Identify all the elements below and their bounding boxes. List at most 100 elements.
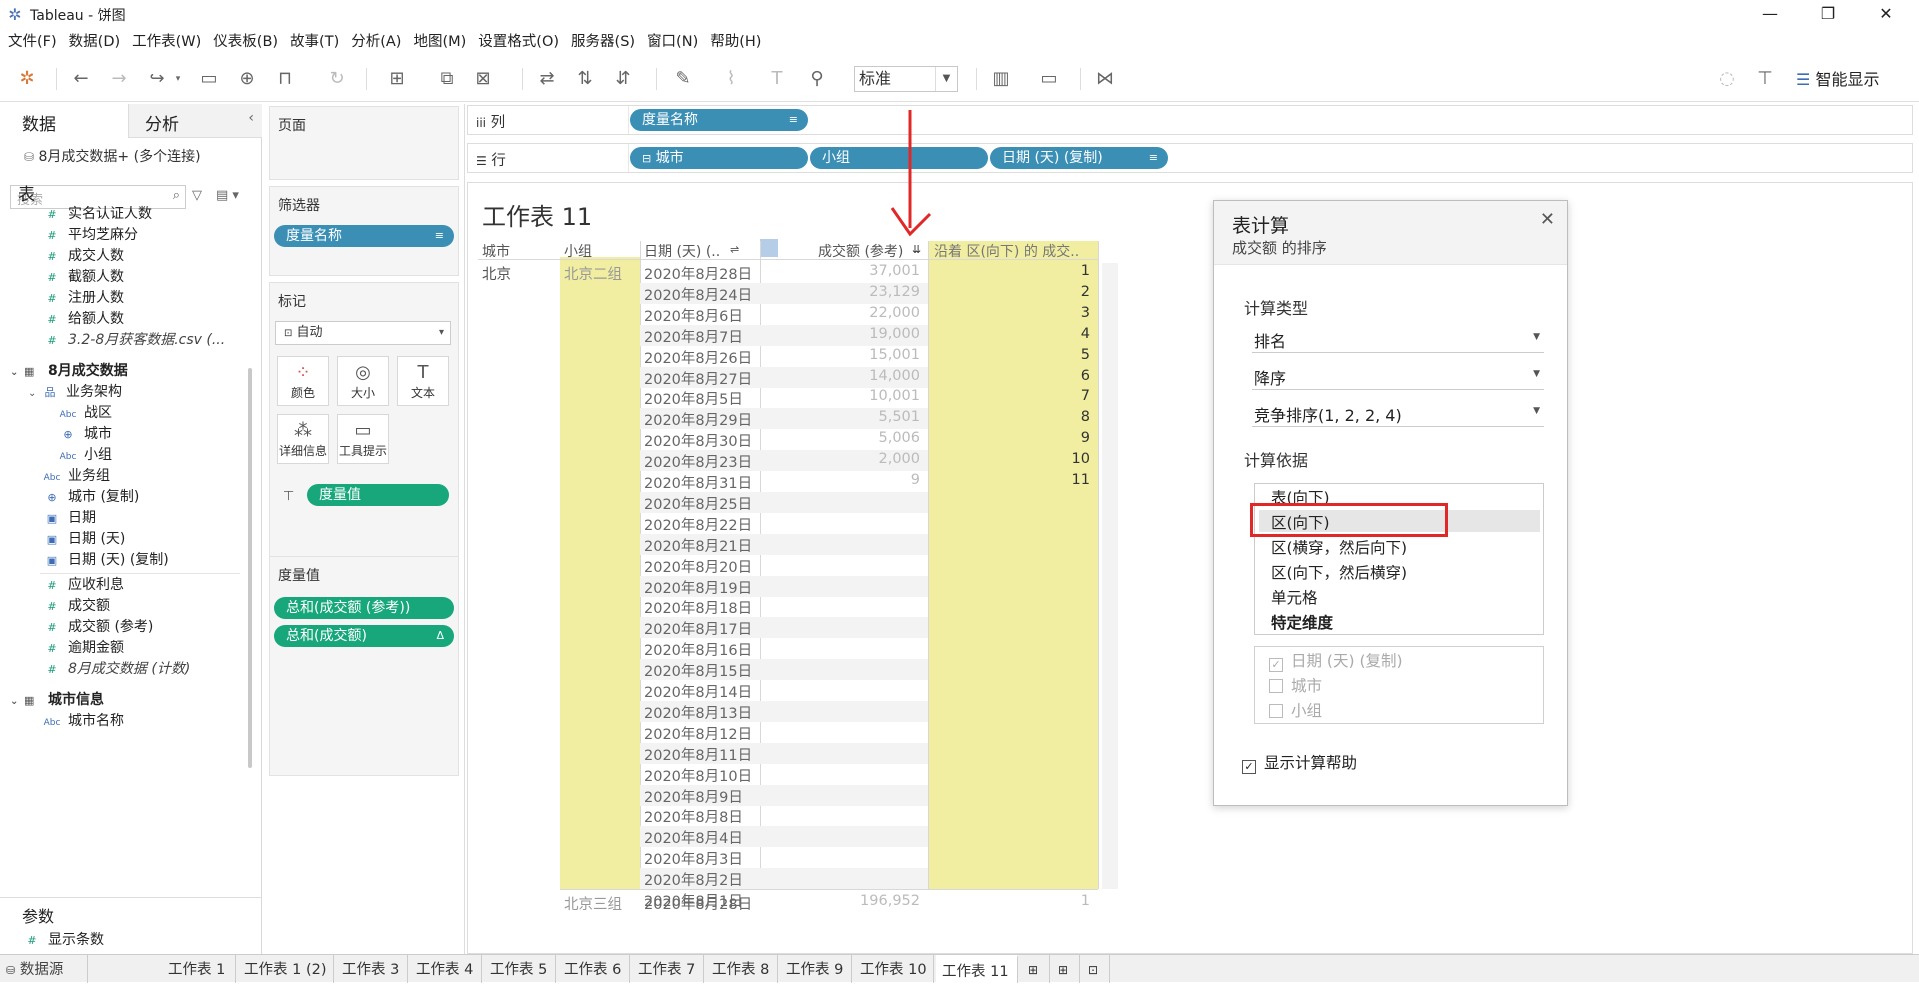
calc-type-select[interactable]: 排名 ▼: [1252, 325, 1544, 353]
dimension-checkbox[interactable]: ✓ 日期 (天) (复制): [1269, 649, 1403, 672]
rank-cell[interactable]: 2: [938, 284, 1090, 300]
header-rank[interactable]: 沿着 区(向下) 的 成交..: [934, 241, 1079, 261]
city-cell[interactable]: 北京: [482, 263, 511, 284]
table-group-header[interactable]: ⌄ ▦ 8月成交数据: [10, 361, 128, 382]
field-item[interactable]: ▣ 日期 (天): [42, 529, 126, 550]
field-item[interactable]: # 实名认证人数: [42, 204, 152, 225]
clear-sheet-icon[interactable]: ⊠: [472, 68, 494, 90]
date-cell[interactable]: 2020年8月8日: [644, 806, 743, 827]
refresh-icon[interactable]: ↻: [326, 68, 348, 90]
menu-window[interactable]: 窗口(N): [643, 30, 706, 54]
menu-data[interactable]: 数据(D): [65, 30, 128, 54]
sheet-tab[interactable]: 工作表 4: [410, 955, 482, 983]
option-pane-across-down[interactable]: 区(横穿，然后向下): [1271, 536, 1407, 558]
field-item[interactable]: ⊕ 城市 (复制): [42, 487, 139, 508]
date-cell[interactable]: 2020年8月10日: [644, 765, 752, 786]
header-amount[interactable]: 成交额 (参考): [818, 241, 903, 261]
amount-cell[interactable]: 23,129: [768, 284, 920, 300]
date-cell[interactable]: 2020年8月2日: [644, 869, 743, 890]
share-icon[interactable]: ⋈: [1094, 68, 1116, 90]
date-cell[interactable]: 2020年8月9日: [644, 786, 743, 807]
menu-file[interactable]: 文件(F): [4, 30, 65, 54]
field-item[interactable]: Abc 城市名称: [42, 711, 124, 732]
header-city[interactable]: 城市: [482, 241, 510, 261]
new-worksheet-icon[interactable]: ⊞: [386, 68, 408, 90]
undo-icon[interactable]: ←: [70, 68, 92, 90]
filter-pill[interactable]: 度量名称 ≡: [274, 225, 454, 247]
rank-cell[interactable]: 10: [938, 451, 1090, 467]
dimension-checkbox[interactable]: 小组: [1269, 699, 1322, 721]
order-select[interactable]: 降序 ▼: [1252, 362, 1544, 390]
sort-descending-icon[interactable]: ⇵: [612, 68, 634, 90]
duplicate-icon[interactable]: ⧉: [436, 68, 458, 90]
columns-pill[interactable]: 度量名称 ≡: [630, 109, 808, 131]
field-item[interactable]: Abc 小组: [58, 445, 112, 466]
date-cell[interactable]: 2020年8月3日: [644, 848, 743, 869]
new-datasource-icon[interactable]: ⊕: [236, 68, 258, 90]
menu-server[interactable]: 服务器(S): [567, 30, 643, 54]
date-cell[interactable]: 2020年8月23日: [644, 451, 752, 472]
minimize-button[interactable]: —: [1741, 0, 1799, 30]
show-calc-help-checkbox[interactable]: ✓ 显示计算帮助: [1242, 751, 1357, 774]
show-cards-icon[interactable]: ▥: [990, 68, 1012, 90]
measure-value-pill[interactable]: 总和(成交额) Δ: [274, 625, 454, 647]
amount-cell[interactable]: 14,000: [768, 368, 920, 384]
sheet-tab[interactable]: 工作表 5: [484, 955, 556, 983]
date-cell[interactable]: 2020年8月22日: [644, 514, 752, 535]
rank-cell[interactable]: 1: [938, 263, 1090, 279]
save-icon[interactable]: ▭: [198, 68, 220, 90]
amount-cell[interactable]: 2,000: [768, 451, 920, 467]
date-cell[interactable]: 2020年8月14日: [644, 681, 752, 702]
date-cell[interactable]: 2020年8月19日: [644, 577, 752, 598]
swap-icon[interactable]: ⇄: [536, 68, 558, 90]
date-cell[interactable]: 2020年8月5日: [644, 388, 743, 409]
date-cell[interactable]: 2020年8月26日: [644, 347, 752, 368]
hierarchy-item[interactable]: ⌄ 品业务架构: [28, 382, 122, 403]
new-story-icon[interactable]: ⊡: [1082, 955, 1110, 983]
field-item[interactable]: ▣ 日期 (天) (复制): [42, 550, 169, 571]
amount-cell[interactable]: 37,001: [768, 263, 920, 279]
amount-cell[interactable]: 9: [768, 472, 920, 488]
field-item[interactable]: #3.2-8月获客数据.csv (...: [42, 330, 225, 351]
rows-pill-city[interactable]: ⊟ 城市: [630, 147, 808, 169]
date-cell[interactable]: 2020年8月24日: [644, 284, 752, 305]
sheet-tab[interactable]: 工作表 1 (2): [238, 955, 334, 983]
measure-values-card[interactable]: 度量值 总和(成交额 (参考)) 总和(成交额) Δ: [269, 556, 459, 776]
view-scrollbar[interactable]: [1102, 263, 1118, 889]
view-options-icon[interactable]: ▤ ▾: [216, 188, 239, 203]
chevron-down-icon[interactable]: ▾: [172, 68, 184, 90]
restore-button[interactable]: ❐: [1799, 0, 1857, 30]
field-item[interactable]: ▣ 日期: [42, 508, 96, 529]
field-item[interactable]: # 成交额: [42, 596, 110, 617]
menu-analysis[interactable]: 分析(A): [347, 30, 409, 54]
header-date[interactable]: 日期 (天) (..: [644, 241, 720, 261]
date-cell[interactable]: 2020年8月25日: [644, 493, 752, 514]
date-cell[interactable]: 2020年8月17日: [644, 618, 752, 639]
date-cell[interactable]: 2020年8月21日: [644, 535, 752, 556]
label-icon[interactable]: T: [766, 68, 788, 90]
close-icon[interactable]: ✕: [1540, 209, 1555, 230]
date-cell[interactable]: 2020年8月15日: [644, 660, 752, 681]
amount-cell[interactable]: 10,001: [768, 388, 920, 404]
table-group-header[interactable]: ⌄ ▦ 城市信息: [10, 690, 104, 711]
amount-cell[interactable]: 196,952: [768, 893, 920, 909]
amount-cell[interactable]: 5,501: [768, 409, 920, 425]
datasource-item[interactable]: ⛁ 8月成交数据+ (多个连接): [24, 146, 201, 166]
close-window-button[interactable]: ✕: [1857, 0, 1915, 30]
date-cell[interactable]: 2020年8月30日: [644, 430, 752, 451]
header-group[interactable]: 小组: [564, 241, 592, 261]
menu-worksheet[interactable]: 工作表(W): [128, 30, 209, 54]
field-item[interactable]: #8月成交数据 (计数): [42, 659, 190, 680]
field-item[interactable]: # 注册人数: [42, 288, 124, 309]
sort-icon[interactable]: ⇌: [730, 243, 739, 256]
date-cell[interactable]: 2020年8月4日: [644, 827, 743, 848]
date-cell[interactable]: 2020年8月27日: [644, 368, 752, 389]
detail-button[interactable]: ⁂ 详细信息: [277, 414, 329, 464]
rows-pill-date[interactable]: 日期 (天) (复制) ≡: [990, 147, 1168, 169]
amount-cell[interactable]: 19,000: [768, 326, 920, 342]
menu-map[interactable]: 地图(M): [409, 30, 474, 54]
date-cell[interactable]: 2020年8月7日: [644, 326, 743, 347]
rank-cell[interactable]: 9: [938, 430, 1090, 446]
sheet-tab[interactable]: 工作表 6: [558, 955, 630, 983]
field-item[interactable]: # 逾期金额: [42, 638, 124, 659]
